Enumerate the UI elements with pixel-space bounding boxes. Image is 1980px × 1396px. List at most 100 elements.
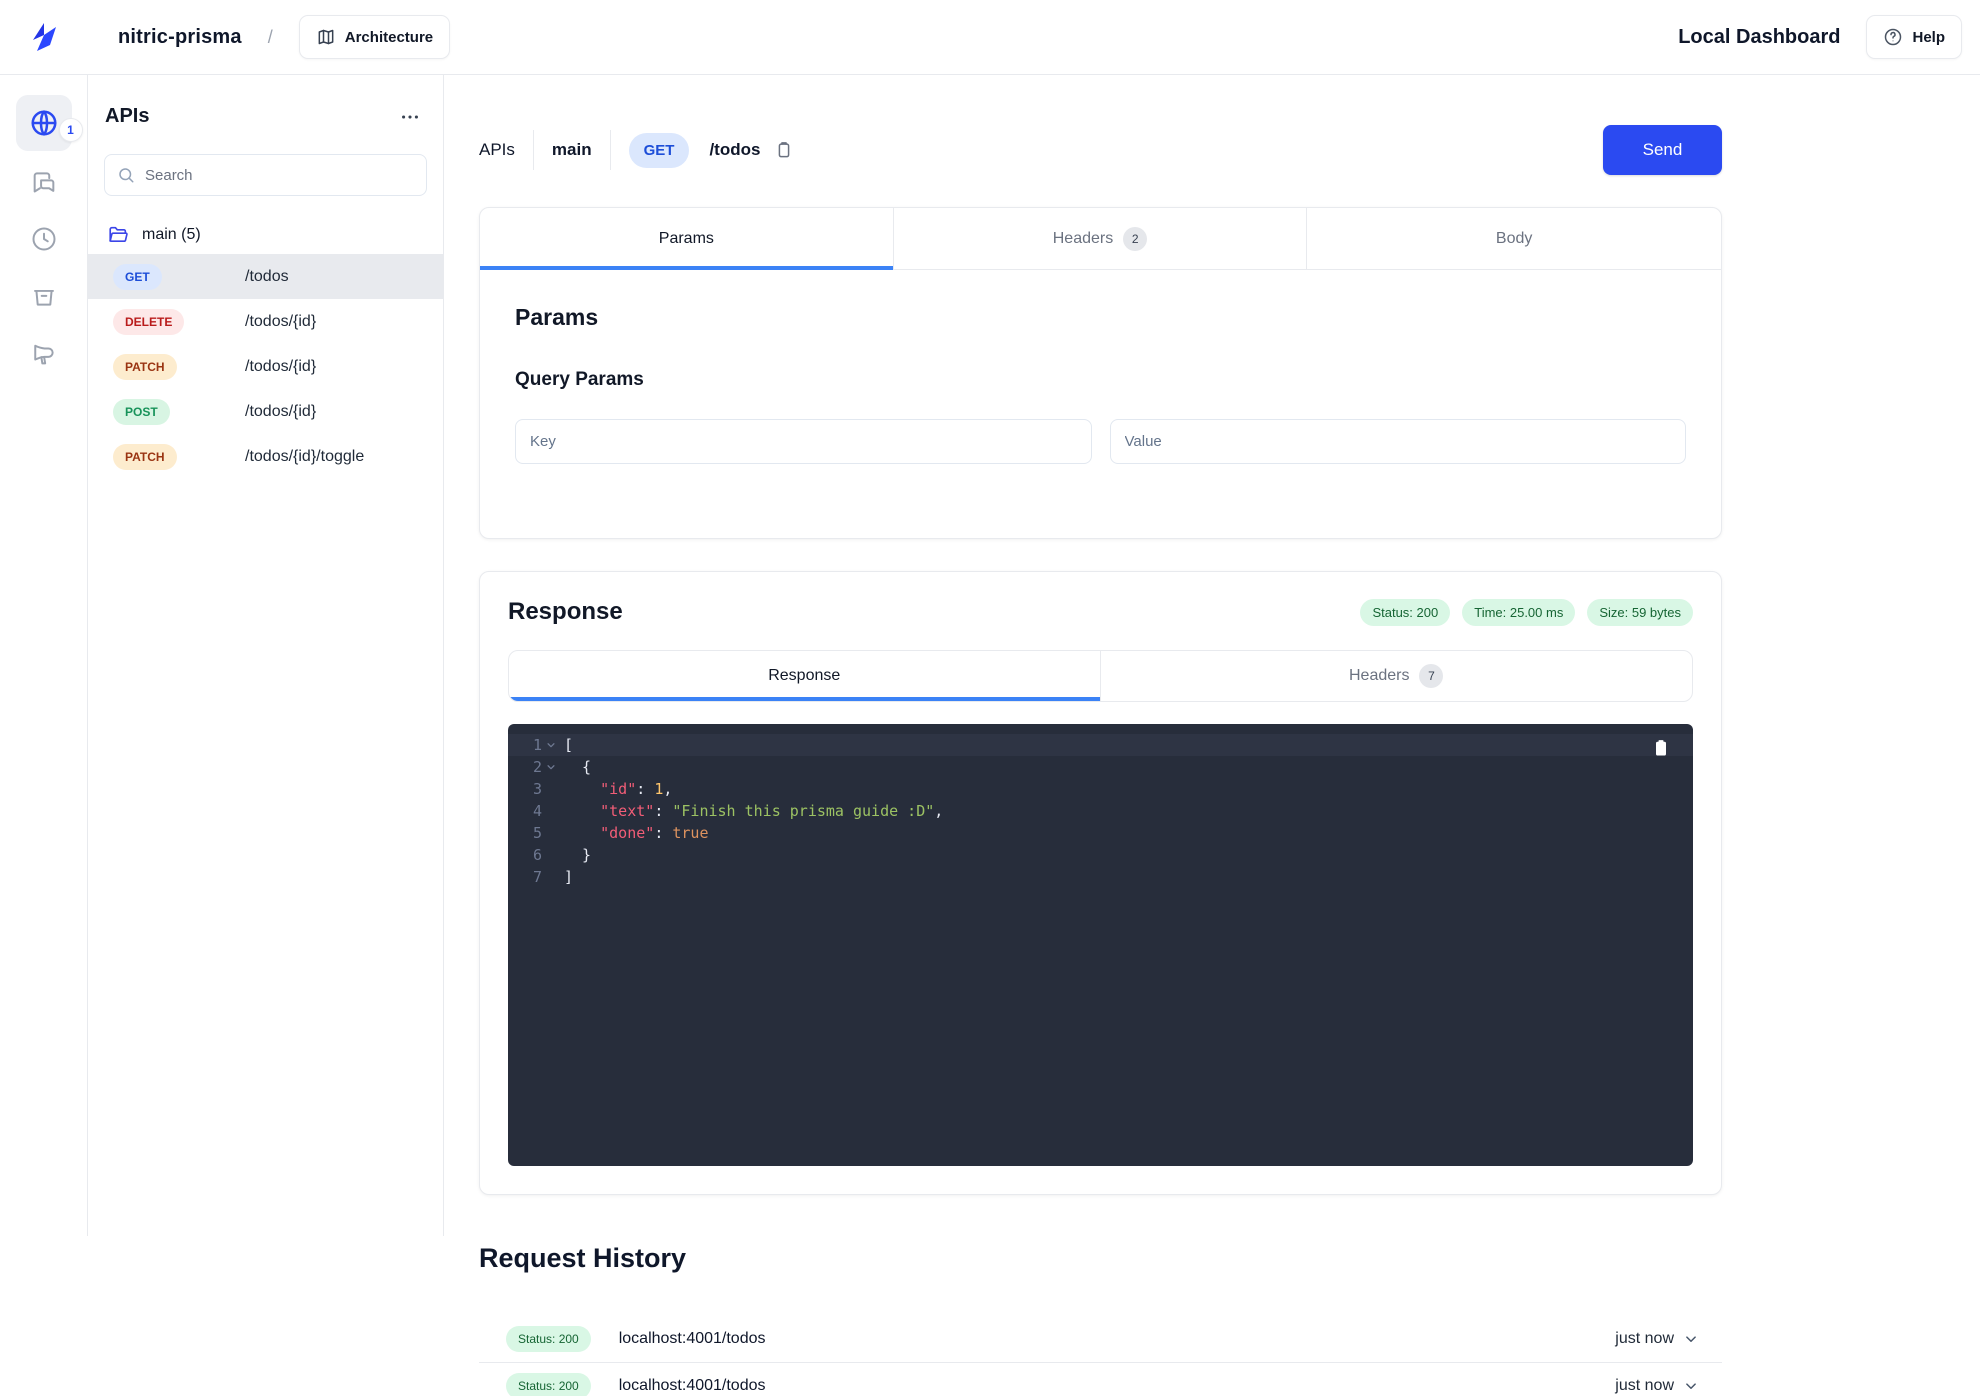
route-item[interactable]: PATCH/todos/{id}/toggle: [88, 434, 443, 479]
rail-item-websockets[interactable]: [16, 153, 72, 209]
api-folder-main[interactable]: main (5): [107, 224, 427, 246]
code-line: 6 }: [508, 844, 1693, 866]
code-line: 7]: [508, 866, 1693, 888]
response-body-editor: 1 [2 {3 "id": 1,4 "text": "Finish this pr…: [508, 724, 1693, 1166]
line-number: 7: [518, 866, 542, 888]
route-item[interactable]: POST/todos/{id}: [88, 389, 443, 434]
method-badge-wrap: GET: [113, 264, 245, 290]
line-number: 1: [518, 734, 542, 756]
ellipsis-icon: [399, 106, 421, 128]
nitric-logo: [0, 18, 88, 56]
route-item[interactable]: PATCH/todos/{id}: [88, 344, 443, 389]
request-tab-body[interactable]: Body: [1307, 208, 1721, 269]
method-badge: DELETE: [113, 309, 184, 335]
history-time-label: just now: [1615, 1377, 1674, 1395]
send-button[interactable]: Send: [1603, 125, 1722, 175]
main-content: APIs main GET /todos Send ParamsHeaders2…: [444, 75, 1980, 1396]
topbar-right: Local Dashboard Help: [1678, 15, 1962, 59]
query-key-input[interactable]: [515, 419, 1092, 464]
method-badge: GET: [629, 133, 690, 168]
method-badge: POST: [113, 399, 170, 425]
search-input[interactable]: [145, 167, 414, 184]
route-item[interactable]: GET/todos: [88, 254, 443, 299]
query-params-inputs: [515, 419, 1686, 464]
clock-icon: [30, 225, 58, 253]
route-path-label: /todos/{id}: [245, 358, 316, 376]
architecture-button[interactable]: Architecture: [299, 15, 450, 59]
line-number: 6: [518, 844, 542, 866]
response-header: Response Status: 200Time: 25.00 msSize: …: [508, 598, 1693, 626]
fold-chevron-icon[interactable]: [542, 756, 560, 778]
help-button[interactable]: Help: [1866, 15, 1962, 59]
method-badge-wrap: PATCH: [113, 444, 245, 470]
code-text: "id": 1,: [564, 778, 672, 800]
folder-icon: [107, 224, 129, 246]
code-text: ]: [564, 866, 573, 888]
response-tab-headers[interactable]: Headers7: [1101, 651, 1693, 701]
code-line: 4 "text": "Finish this prisma guide :D",: [508, 800, 1693, 822]
history-time-toggle[interactable]: just now: [1615, 1330, 1700, 1348]
history-time-label: just now: [1615, 1330, 1674, 1348]
code-line: 3 "id": 1,: [508, 778, 1693, 800]
fold-gutter: [542, 866, 560, 888]
response-status-pill: Status: 200: [1360, 599, 1450, 626]
request-history-section: Request History Status: 200localhost:400…: [479, 1243, 1722, 1396]
rail-item-storage[interactable]: [16, 269, 72, 325]
request-card: ParamsHeaders2Body Params Query Params: [479, 207, 1722, 539]
history-url: localhost:4001/todos: [619, 1330, 766, 1348]
search-icon: [117, 166, 135, 184]
request-history-title: Request History: [479, 1243, 1722, 1274]
query-params-title: Query Params: [515, 369, 1686, 391]
help-label: Help: [1912, 29, 1945, 46]
route-item[interactable]: DELETE/todos/{id}: [88, 299, 443, 344]
breadcrumb-divider: [610, 130, 611, 170]
rail-item-apis[interactable]: 1: [16, 95, 72, 151]
sidebar-menu-button[interactable]: [399, 106, 421, 128]
response-tabs: Response Headers7: [508, 650, 1693, 702]
rail-item-schedules[interactable]: [16, 211, 72, 267]
response-status-pill: Size: 59 bytes: [1587, 599, 1693, 626]
code-text: "text": "Finish this prisma guide :D",: [564, 800, 943, 822]
map-icon: [316, 27, 336, 47]
response-title: Response: [508, 598, 623, 626]
tab-label: Response: [768, 667, 840, 685]
globe-icon: [29, 108, 59, 138]
fold-gutter: [542, 844, 560, 866]
chevron-down-icon: [1682, 1330, 1700, 1348]
response-tab-response[interactable]: Response: [509, 651, 1101, 701]
line-number: 3: [518, 778, 542, 800]
fold-gutter: [542, 800, 560, 822]
tab-label: Headers: [1053, 230, 1113, 248]
response-badges: Status: 200Time: 25.00 msSize: 59 bytes: [1360, 599, 1693, 626]
line-number: 2: [518, 756, 542, 778]
query-value-input[interactable]: [1110, 419, 1687, 464]
params-title: Params: [515, 304, 1686, 331]
route-path-label: /todos: [245, 268, 289, 286]
history-url: localhost:4001/todos: [619, 1377, 766, 1395]
request-tab-headers[interactable]: Headers2: [894, 208, 1308, 269]
history-time-toggle[interactable]: just now: [1615, 1377, 1700, 1395]
request-tab-params[interactable]: Params: [480, 208, 894, 269]
request-history-list: Status: 200localhost:4001/todosjust nowS…: [479, 1316, 1722, 1396]
line-number: 5: [518, 822, 542, 844]
route-path-label: /todos/{id}: [245, 313, 316, 331]
breadcrumb-separator: /: [268, 27, 273, 48]
method-badge-wrap: DELETE: [113, 309, 245, 335]
chevron-down-icon: [1682, 1377, 1700, 1395]
fold-chevron-icon[interactable]: [542, 734, 560, 756]
method-badge: PATCH: [113, 354, 177, 380]
rail-badge-count: 1: [59, 118, 83, 142]
params-panel: Params Query Params: [480, 270, 1721, 538]
code-text: [: [564, 734, 573, 756]
copy-path-button[interactable]: [774, 140, 794, 160]
apis-sidebar: APIs main (5) GET/todosDELETE/t: [88, 75, 444, 1236]
app-header: nitric-prisma / Architecture Local Dashb…: [0, 0, 1980, 75]
code-line: 2 {: [508, 756, 1693, 778]
code-text: }: [564, 844, 591, 866]
history-row[interactable]: Status: 200localhost:4001/todosjust now: [479, 1316, 1722, 1363]
megaphone-icon: [30, 341, 58, 369]
nav-rail: 1: [0, 75, 88, 1236]
history-row[interactable]: Status: 200localhost:4001/todosjust now: [479, 1363, 1722, 1396]
rail-item-topics[interactable]: [16, 327, 72, 383]
copy-response-button[interactable]: [1651, 738, 1671, 758]
